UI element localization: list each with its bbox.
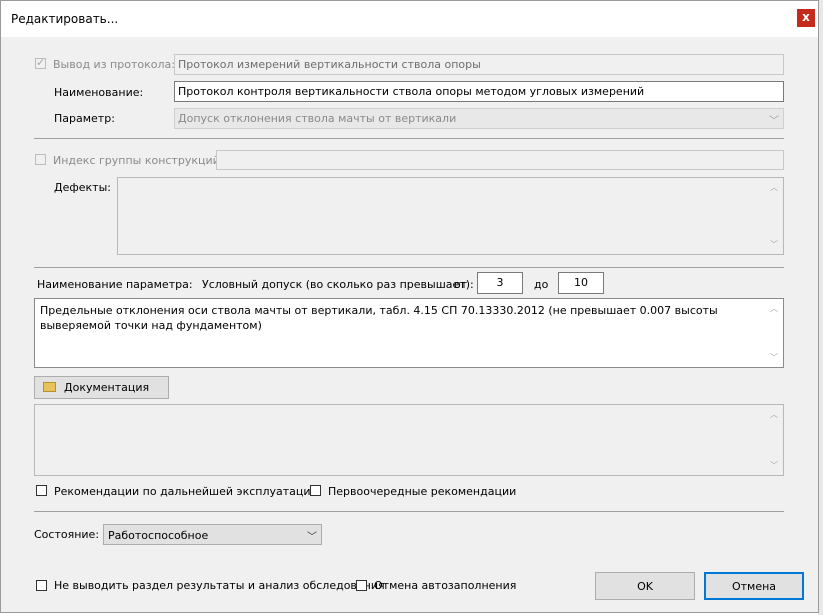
parameter-description-text: Предельные отклонения оси ствола мачты о… xyxy=(40,304,718,332)
further-use-recommendations-label: Рекомендации по дальнейшей эксплуатации xyxy=(54,485,318,498)
defects-label: Дефекты: xyxy=(54,181,111,194)
divider xyxy=(34,511,784,512)
cancel-autofill-checkbox[interactable] xyxy=(356,580,367,591)
scroll-down-icon[interactable]: ﹀ xyxy=(770,239,778,250)
hide-results-section-label: Не выводить раздел результаты и анализ о… xyxy=(54,579,385,592)
chevron-down-icon: ﹀ xyxy=(307,532,317,543)
scroll-up-icon[interactable]: ︿ xyxy=(770,303,778,314)
group-index-checkbox[interactable] xyxy=(35,154,46,165)
output-from-protocol-field[interactable]: Протокол измерений вертикальности ствола… xyxy=(174,54,784,75)
cancel-autofill-label: Отмена автозаполнения xyxy=(374,579,517,592)
chevron-down-icon: ﹀ xyxy=(769,116,779,127)
to-label: до xyxy=(534,278,549,291)
parameter-label: Параметр: xyxy=(54,112,115,125)
state-label: Состояние: xyxy=(34,528,100,541)
documentation-button[interactable]: Документация xyxy=(34,376,169,399)
defects-memo[interactable]: ︿ ﹀ xyxy=(117,177,784,255)
scroll-down-icon[interactable]: ﹀ xyxy=(770,460,778,471)
parameter-description-memo[interactable]: Предельные отклонения оси ствола мачты о… xyxy=(34,298,784,368)
group-index-field[interactable] xyxy=(216,150,784,170)
title-bar[interactable]: Редактировать... x xyxy=(1,1,818,37)
further-use-recommendations-checkbox[interactable] xyxy=(36,485,47,496)
name-label: Наименование: xyxy=(54,86,144,99)
ok-button[interactable]: OK xyxy=(595,572,695,600)
cancel-button[interactable]: Отмена xyxy=(704,572,804,600)
parameter-select-value: Допуск отклонения ствола мачты от вертик… xyxy=(178,112,457,125)
documentation-button-label: Документация xyxy=(64,381,150,394)
to-value-field[interactable]: 10 xyxy=(558,272,604,294)
scroll-down-icon[interactable]: ﹀ xyxy=(770,352,778,363)
output-from-protocol-label: Вывод из протокола: xyxy=(53,58,175,71)
defects-scrollbar[interactable]: ︿ ﹀ xyxy=(766,178,783,254)
divider xyxy=(34,138,784,139)
priority-recommendations-checkbox[interactable] xyxy=(310,485,321,496)
name-field[interactable]: Протокол контроля вертикальности ствола … xyxy=(174,81,784,102)
parameter-name-label: Наименование параметра: xyxy=(37,278,193,291)
parameter-select[interactable]: Допуск отклонения ствола мачты от вертик… xyxy=(174,108,784,129)
state-select-value: Работоспособное xyxy=(108,529,209,542)
state-select[interactable]: Работоспособное ﹀ xyxy=(103,524,322,545)
folder-icon xyxy=(43,382,56,392)
priority-recommendations-label: Первоочередные рекомендации xyxy=(328,485,517,498)
divider xyxy=(34,267,784,268)
description-scrollbar[interactable]: ︿ ﹀ xyxy=(766,299,783,367)
documentation-scrollbar[interactable]: ︿ ﹀ xyxy=(766,405,783,475)
hide-results-section-checkbox[interactable] xyxy=(36,580,47,591)
from-value-field[interactable]: 3 xyxy=(477,272,523,294)
dialog-title: Редактировать... xyxy=(11,12,119,26)
edit-dialog: Редактировать... x Вывод из протокола: П… xyxy=(0,0,819,613)
scroll-up-icon[interactable]: ︿ xyxy=(770,182,778,193)
tolerance-label: Условный допуск (во сколько раз превышае… xyxy=(202,278,474,291)
output-from-protocol-checkbox[interactable] xyxy=(35,56,46,69)
close-button[interactable]: x xyxy=(797,9,815,27)
documentation-memo[interactable]: ︿ ﹀ xyxy=(34,404,784,476)
group-index-label: Индекс группы конструкций: xyxy=(53,154,224,167)
scroll-up-icon[interactable]: ︿ xyxy=(770,409,778,420)
from-label: от xyxy=(454,278,468,291)
